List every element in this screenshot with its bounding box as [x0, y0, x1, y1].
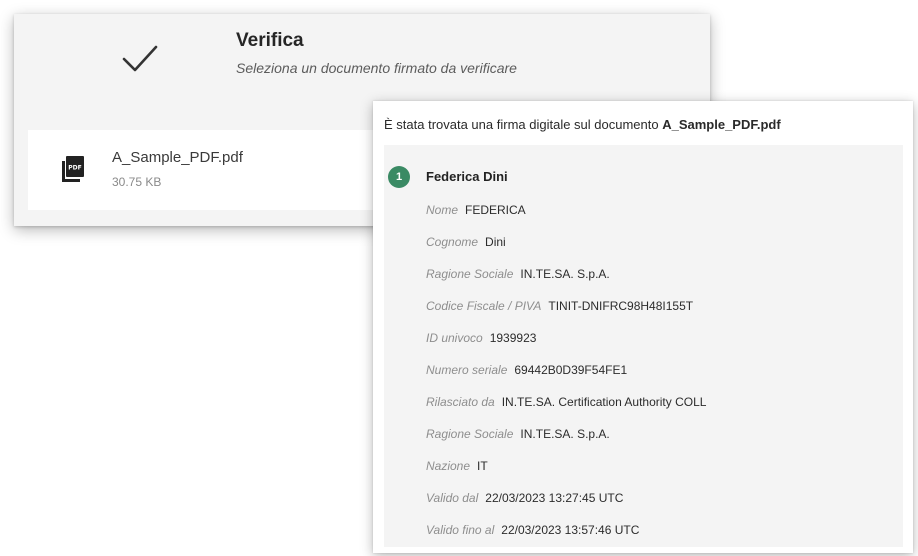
verify-subtitle: Seleziona un documento firmato da verifi… [236, 60, 517, 76]
signature-details-panel: È stata trovata una firma digitale sul d… [373, 101, 913, 553]
file-size: 30.75 KB [112, 175, 162, 189]
field-value: IN.TE.SA. S.p.A. [520, 267, 610, 281]
field-value: Dini [485, 235, 506, 249]
field-codice-fiscale: Codice Fiscale / PIVA TINIT-DNIFRC98H48I1… [426, 299, 693, 313]
field-value: IN.TE.SA. S.p.A. [520, 427, 610, 441]
field-value: 69442B0D39F54FE1 [514, 363, 628, 377]
field-value: IN.TE.SA. Certification Authority COLL [501, 395, 707, 409]
field-ragione-sociale-issuer: Ragione Sociale IN.TE.SA. S.p.A. [426, 427, 610, 441]
field-label: Nome [426, 203, 459, 217]
field-value: FEDERICA [465, 203, 526, 217]
signer-name: Federica Dini [426, 169, 508, 184]
field-value: 22/03/2023 13:27:45 UTC [485, 491, 624, 505]
checkmark-icon [122, 45, 158, 72]
field-cognome: Cognome Dini [426, 235, 506, 249]
field-rilasciato-da: Rilasciato da IN.TE.SA. Certification Aut… [426, 395, 706, 409]
signer-index-badge: 1 [388, 166, 410, 188]
signed-document-name: A_Sample_PDF.pdf [662, 117, 781, 132]
field-nazione: Nazione IT [426, 459, 488, 473]
field-value: IT [477, 459, 488, 473]
field-label: Valido fino al [426, 523, 495, 537]
field-label: Nazione [426, 459, 471, 473]
signer-details: 1 Federica Dini Nome FEDERICA Cognome Dini… [384, 145, 903, 547]
field-ragione-sociale: Ragione Sociale IN.TE.SA. S.p.A. [426, 267, 610, 281]
field-label: ID univoco [426, 331, 483, 345]
svg-text:PDF: PDF [68, 165, 81, 172]
signature-found-message: È stata trovata una firma digitale sul d… [384, 117, 781, 132]
file-name: A_Sample_PDF.pdf [112, 149, 243, 166]
field-valido-dal: Valido dal 22/03/2023 13:27:45 UTC [426, 491, 623, 505]
field-label: Ragione Sociale [426, 427, 514, 441]
field-valido-fino-al: Valido fino al 22/03/2023 13:57:46 UTC [426, 523, 639, 537]
field-id-univoco: ID univoco 1939923 [426, 331, 536, 345]
field-label: Numero seriale [426, 363, 508, 377]
field-value: TINIT-DNIFRC98H48I155T [548, 299, 694, 313]
field-value: 1939923 [489, 331, 537, 345]
pdf-file-icon: PDF [62, 156, 84, 182]
field-numero-seriale: Numero seriale 69442B0D39F54FE1 [426, 363, 627, 377]
field-label: Rilasciato da [426, 395, 495, 409]
field-value: 22/03/2023 13:57:46 UTC [501, 523, 640, 537]
signature-found-text: È stata trovata una firma digitale sul d… [384, 117, 659, 132]
field-label: Cognome [426, 235, 479, 249]
field-nome: Nome FEDERICA [426, 203, 526, 217]
verify-title: Verifica [236, 30, 304, 51]
field-label: Codice Fiscale / PIVA [426, 299, 542, 313]
field-label: Valido dal [426, 491, 479, 505]
field-label: Ragione Sociale [426, 267, 514, 281]
